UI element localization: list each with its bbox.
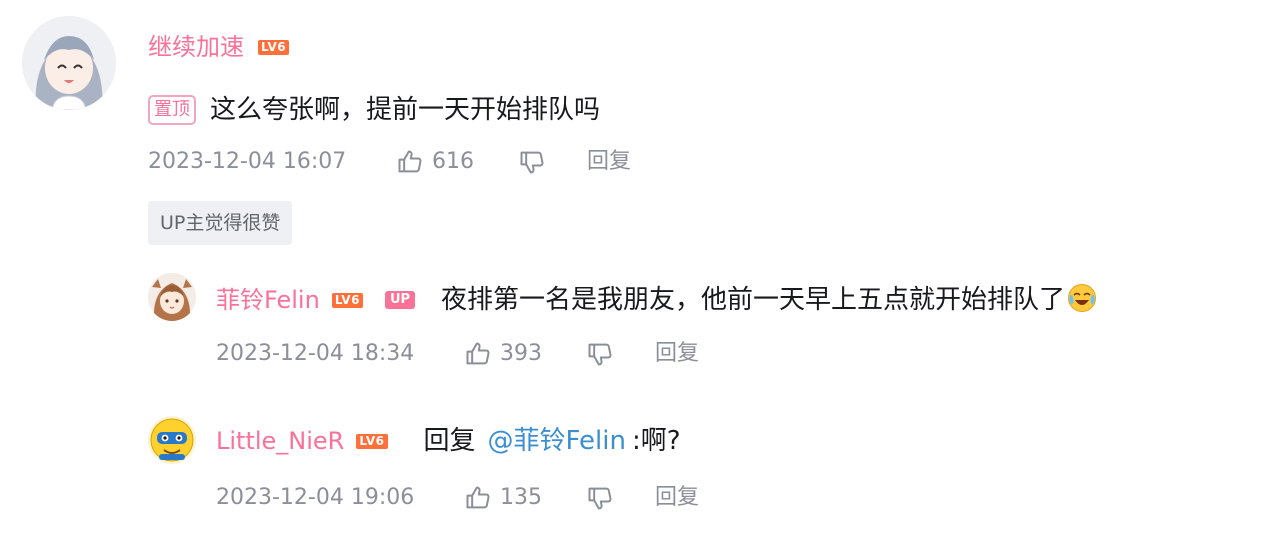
comment-3-reply-prefix: 回复 — [423, 426, 476, 456]
thumbs-up-icon — [464, 484, 492, 512]
avatar-comment-3[interactable] — [148, 416, 196, 464]
pinned-tag: 置顶 — [148, 95, 196, 125]
thumbs-up-icon — [464, 340, 492, 368]
comment-2-content-text: 夜排第一名是我朋友，他前一天早上五点就开始排队了 — [441, 285, 1066, 315]
comment-1-dislike-button[interactable] — [518, 148, 546, 176]
comment-3-dislike-button[interactable] — [586, 484, 614, 512]
comment-1-time: 2023-12-04 16:07 — [148, 149, 347, 174]
comment-1-like-button[interactable]: 616 — [396, 148, 474, 176]
comment-2-time: 2023-12-04 18:34 — [216, 341, 415, 366]
comment-3-like-count: 135 — [500, 485, 542, 510]
comment-1-header: 继续加速 LV6 — [148, 32, 290, 62]
avatar-comment-2[interactable] — [148, 273, 196, 321]
avatar-comment-1[interactable] — [22, 16, 116, 110]
comment-2-username[interactable]: 菲铃Felin — [216, 285, 320, 315]
thumbs-down-icon — [588, 343, 612, 366]
laughing-crying-emoji-icon — [1067, 283, 1097, 313]
comment-3-username[interactable]: Little_NieR — [216, 426, 344, 456]
comment-2-like-count: 393 — [500, 341, 542, 366]
thumbs-down-icon — [588, 487, 612, 510]
comment-3-content: :啊? — [631, 426, 681, 456]
comment-1-like-count: 616 — [432, 149, 474, 174]
comment-1-level-badge: LV6 — [258, 39, 290, 55]
comment-2-reply-button[interactable]: 回复 — [655, 340, 699, 368]
avatar-brown-hair-girl-image — [148, 273, 196, 321]
comment-2-level-badge: LV6 — [331, 292, 363, 308]
comment-3-reply-button[interactable]: 回复 — [655, 484, 699, 512]
comment-3-like-button[interactable]: 135 — [464, 484, 542, 512]
comment-1-reply-button[interactable]: 回复 — [587, 148, 631, 176]
thumbs-down-icon — [520, 151, 544, 174]
comment-section: 继续加速 LV6 置顶 这么夸张啊，提前一天开始排队吗 2023-12-04 1… — [0, 0, 1272, 540]
thumbs-up-icon — [396, 148, 424, 176]
comment-1-body: 置顶 这么夸张啊，提前一天开始排队吗 — [148, 93, 600, 127]
comment-1-content: 这么夸张啊，提前一天开始排队吗 — [210, 95, 601, 125]
comment-3-header: Little_NieR LV6 回复 @菲铃Felin :啊? — [216, 424, 681, 458]
comment-2-content: 夜排第一名是我朋友，他前一天早上五点就开始排队了 — [441, 283, 1097, 317]
comment-2-dislike-button[interactable] — [586, 340, 614, 368]
comment-2-header: 菲铃Felin LV6 UP 夜排第一名是我朋友，他前一天早上五点就开始排队了 — [216, 283, 1097, 317]
comment-3-level-badge: LV6 — [356, 433, 388, 449]
comment-2-like-button[interactable]: 393 — [464, 340, 542, 368]
comment-3-time: 2023-12-04 19:06 — [216, 485, 415, 510]
up-liked-tag: UP主觉得很赞 — [148, 201, 293, 245]
up-badge: UP — [384, 291, 416, 309]
comment-1-username[interactable]: 继续加速 — [148, 32, 244, 62]
avatar-anime-girl-image — [22, 16, 116, 110]
comment-3-mention-link[interactable]: @菲铃Felin — [488, 424, 626, 458]
avatar-yellow-character-image — [148, 416, 196, 464]
